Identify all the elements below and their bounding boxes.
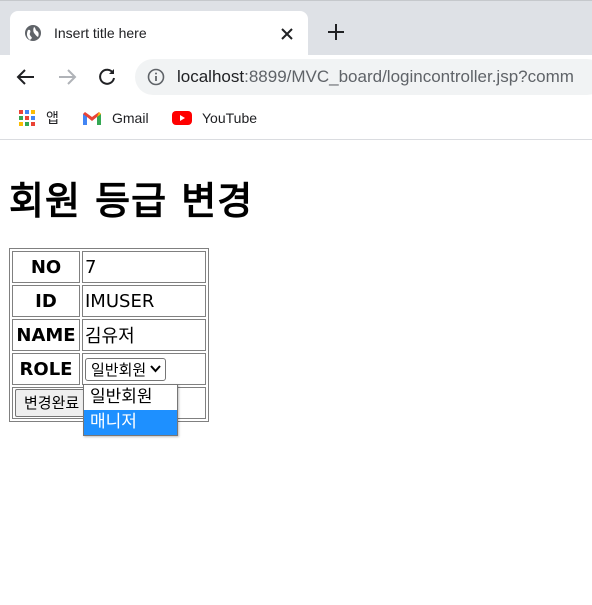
reload-icon[interactable] (96, 66, 118, 88)
id-value: IMUSER (82, 285, 206, 317)
youtube-icon (172, 111, 192, 125)
role-option-manager[interactable]: 매니저 (84, 410, 177, 435)
apps-grid-icon (19, 110, 35, 126)
address-bar[interactable]: localhost:8899/MVC_board/logincontroller… (135, 59, 592, 95)
url-path: :8899/MVC_board/logincontroller.jsp?comm (244, 67, 574, 86)
bookmark-apps[interactable]: 앱 (18, 108, 59, 128)
new-tab-icon[interactable] (325, 21, 347, 43)
bookmark-gmail[interactable]: Gmail (82, 108, 149, 128)
forward-arrow-icon[interactable] (56, 66, 78, 88)
name-value: 김유저 (82, 319, 206, 351)
page-title: 회원 등급 변경 (9, 179, 254, 223)
role-options-list: 일반회원 매니저 (83, 384, 178, 436)
id-label: ID (12, 285, 80, 317)
role-option-member[interactable]: 일반회원 (84, 385, 177, 410)
name-label: NAME (12, 319, 80, 351)
role-label: ROLE (12, 353, 80, 385)
tab-title: Insert title here (54, 25, 147, 41)
bookmark-label: Gmail (112, 110, 149, 126)
no-label: NO (12, 251, 80, 283)
no-value: 7 (82, 251, 206, 283)
role-cell: 일반회원 (82, 353, 206, 385)
tab-strip: Insert title here (0, 0, 592, 56)
chevron-down-icon (150, 365, 161, 373)
bookmark-label: YouTube (202, 110, 258, 126)
form-row-role: ROLE 일반회원 (12, 353, 206, 385)
bookmark-label: 앱 (46, 110, 59, 126)
role-select[interactable]: 일반회원 (85, 357, 167, 381)
submit-button[interactable]: 변경완료 (15, 389, 89, 417)
form-row-no: NO 7 (12, 251, 206, 283)
bookmarks-bar: 앱 Gmail YouTube (0, 100, 592, 140)
form-row-id: ID IMUSER (12, 285, 206, 317)
gmail-icon (83, 111, 101, 125)
url-host: localhost (177, 67, 245, 86)
info-icon[interactable] (147, 68, 165, 86)
close-icon[interactable] (276, 23, 298, 45)
browser-toolbar: localhost:8899/MVC_board/logincontroller… (0, 55, 592, 100)
bookmark-youtube[interactable]: YouTube (172, 108, 257, 128)
url-text: localhost:8899/MVC_board/logincontroller… (177, 67, 574, 87)
role-selected-value: 일반회원 (91, 360, 147, 379)
form-row-name: NAME 김유저 (12, 319, 206, 351)
globe-icon (25, 25, 41, 41)
browser-tab[interactable]: Insert title here (10, 11, 308, 56)
back-arrow-icon[interactable] (15, 66, 37, 88)
